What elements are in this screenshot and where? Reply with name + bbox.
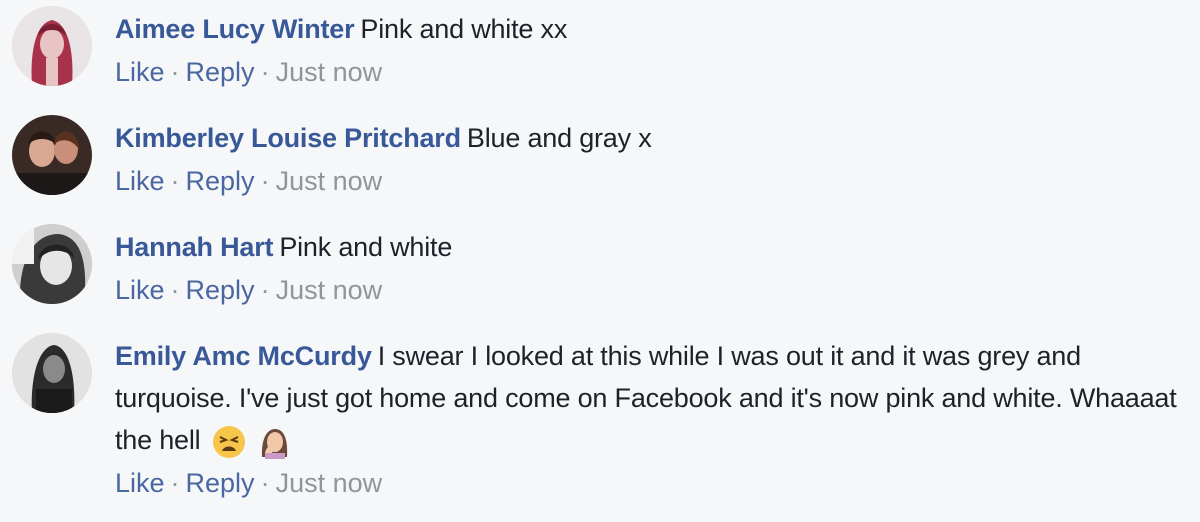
avatar[interactable] (12, 333, 92, 413)
comment-body: Emily Amc McCurdy I swear I looked at thi… (115, 335, 1194, 501)
reply-link[interactable]: Reply (186, 57, 255, 87)
timestamp[interactable]: Just now (276, 57, 383, 87)
timestamp[interactable]: Just now (276, 468, 383, 498)
avatar[interactable] (12, 115, 92, 195)
avatar[interactable] (12, 6, 92, 86)
comment-actions: Like · Reply · Just now (115, 54, 1194, 90)
like-link[interactable]: Like (115, 275, 165, 305)
reply-link[interactable]: Reply (186, 275, 255, 305)
tired-face-emoji-icon (212, 425, 246, 459)
author-name-link[interactable]: Emily Amc McCurdy (115, 341, 372, 371)
author-name-link[interactable]: Kimberley Louise Pritchard (115, 123, 461, 153)
author-name-link[interactable]: Aimee Lucy Winter (115, 14, 355, 44)
reply-link[interactable]: Reply (186, 468, 255, 498)
comment-text-line: Emily Amc McCurdy I swear I looked at thi… (115, 335, 1194, 461)
comment-actions: Like · Reply · Just now (115, 465, 1194, 501)
comment-body: Hannah Hart Pink and white Like · Reply · Jus… (115, 226, 1194, 308)
comment-text: Blue and gray x (466, 123, 652, 153)
comment-body: Kimberley Louise Pritchard Blue and gray … (115, 117, 1194, 199)
separator-dot: · (260, 166, 270, 196)
profile-photo-red-hair-icon (12, 6, 92, 86)
comment-text: Pink and white (279, 232, 453, 262)
comment-actions: Like · Reply · Just now (115, 163, 1194, 199)
separator-dot: · (260, 468, 270, 498)
woman-facepalming-emoji-icon (257, 425, 291, 459)
profile-photo-grayscale-icon (12, 224, 92, 304)
like-link[interactable]: Like (115, 166, 165, 196)
profile-photo-couple-icon (12, 115, 92, 195)
comment-body: Aimee Lucy Winter Pink and white xx Like ·… (115, 8, 1194, 90)
timestamp[interactable]: Just now (276, 275, 383, 305)
comment-text-line: Kimberley Louise Pritchard Blue and gray … (115, 117, 1194, 159)
avatar[interactable] (12, 224, 92, 304)
separator-dot: · (260, 57, 270, 87)
comment-list: Aimee Lucy Winter Pink and white xx Like ·… (0, 0, 1200, 522)
comment-text: Pink and white xx (360, 14, 568, 44)
separator-dot: · (170, 275, 180, 305)
timestamp[interactable]: Just now (276, 166, 383, 196)
like-link[interactable]: Like (115, 468, 165, 498)
profile-photo-dark-icon (12, 333, 92, 413)
comment-actions: Like · Reply · Just now (115, 272, 1194, 308)
reply-link[interactable]: Reply (186, 166, 255, 196)
comment-text-line: Aimee Lucy Winter Pink and white xx (115, 8, 1194, 50)
comment-text-line: Hannah Hart Pink and white (115, 226, 1194, 268)
separator-dot: · (170, 468, 180, 498)
separator-dot: · (260, 275, 270, 305)
author-name-link[interactable]: Hannah Hart (115, 232, 274, 262)
separator-dot: · (170, 166, 180, 196)
separator-dot: · (170, 57, 180, 87)
like-link[interactable]: Like (115, 57, 165, 87)
